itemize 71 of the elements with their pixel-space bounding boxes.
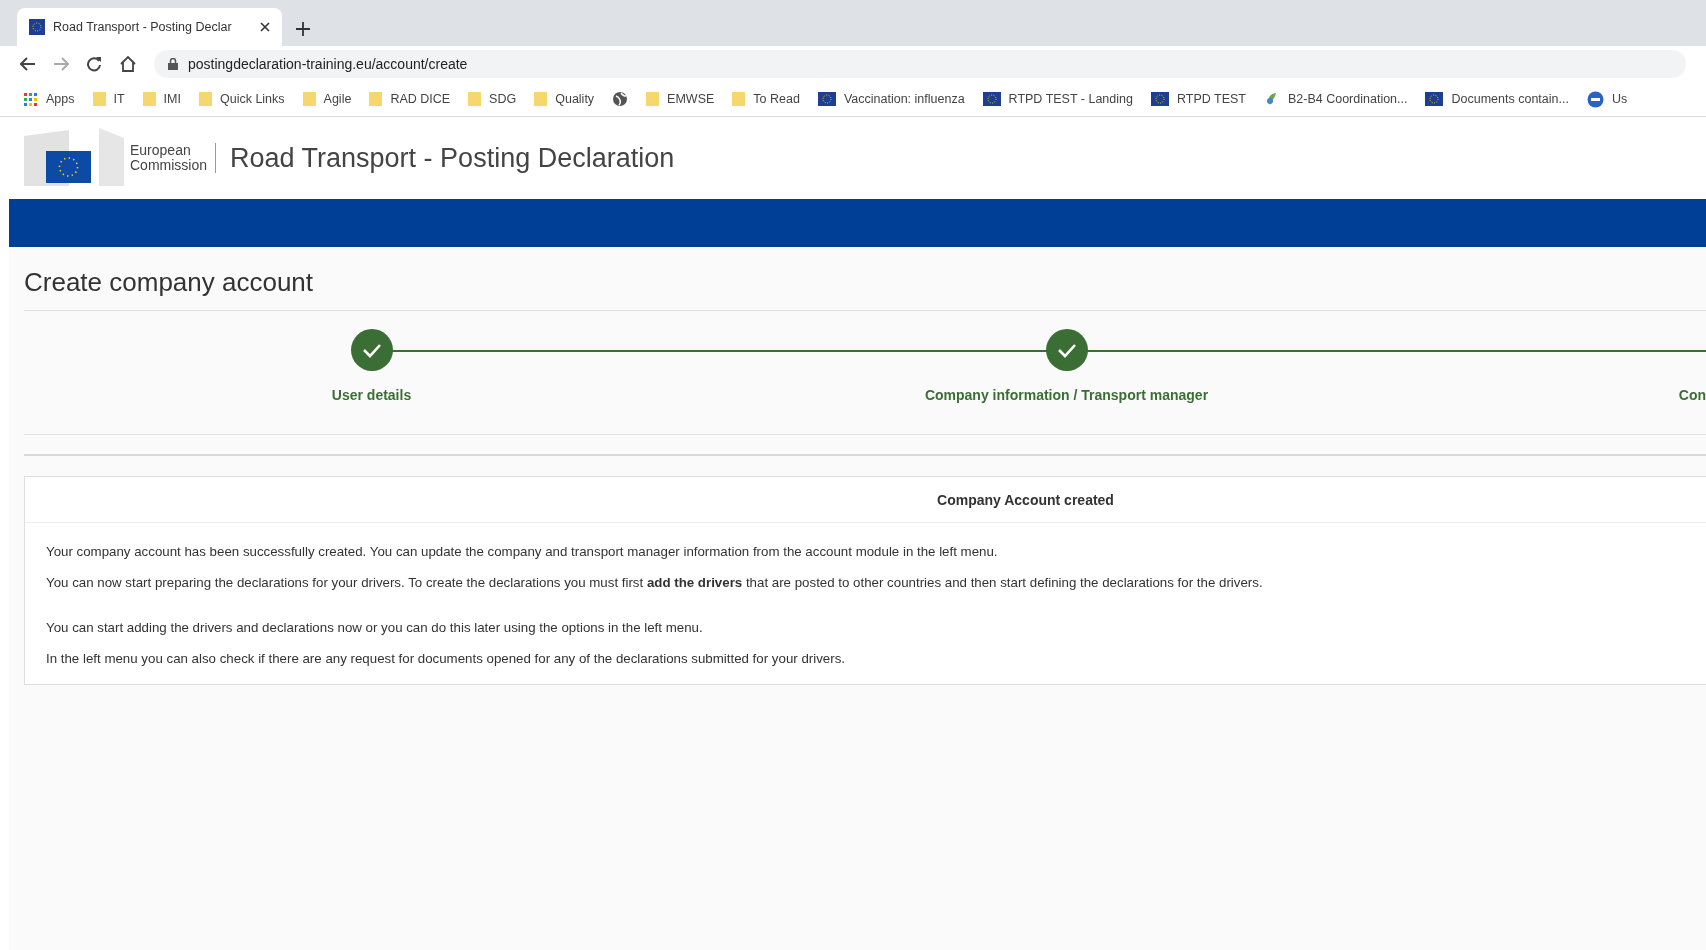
bookmark[interactable]: SDG [468,91,517,107]
bookmark-label: Agile [323,92,352,106]
logo-text: Commission [130,158,207,173]
bookmark[interactable]: RAD DICE [369,91,451,107]
bookmark[interactable]: IMI [142,91,181,107]
site-title: Road Transport - Posting Declaration [230,142,675,174]
bookmark-label: To Read [753,92,800,106]
folder-icon [302,91,316,107]
flag-icon [817,92,836,106]
address-bar[interactable]: postingdeclaration-training.eu/account/create [154,50,1686,78]
folder-icon [198,91,212,107]
back-arrow-icon[interactable] [20,57,36,71]
step-label: Company information / Transport manager [924,387,1209,403]
bookmark[interactable]: Quick Links [198,91,285,107]
page-title: Create company account [24,247,1706,311]
commission-logo-icon [24,128,124,188]
flag-icon [982,92,1001,106]
step-label: User details [331,387,412,403]
bookmark[interactable]: Apps [22,91,75,107]
new-tab-icon[interactable] [296,22,310,36]
folder-icon [468,91,482,107]
bookmark[interactable]: To Read [732,91,800,107]
bookmark-label: Quality [555,92,595,106]
close-icon[interactable] [260,22,270,32]
globe-icon[interactable] [612,91,629,107]
bookmark[interactable]: IT [92,91,125,107]
bookmark-label: Vaccination: influenza [843,92,965,106]
logo-text: European [130,143,192,158]
bookmark-label: B2-B4 Coordination... [1287,92,1408,106]
bookmark[interactable]: B2-B4 Coordination... [1263,91,1408,107]
step-label: Con [1678,387,1706,403]
bookmark[interactable]: RTPD TEST - Landing [982,92,1133,106]
flag-icon [29,19,45,35]
flag-icon [1425,92,1444,106]
url-text: postingdeclaration-training.eu/account/create [188,56,468,72]
message-paragraph: You can now start preparing the declarations for your drivers. To create the declarations you must first add the drivers that are posted to other countries and then start defining the declarations for the drivers. [45,574,1263,592]
bookmark[interactable]: RTPD TEST [1150,92,1246,106]
bookmark-label: EMWSE [667,92,715,106]
bookmark[interactable]: Vaccination: influenza [817,92,965,106]
bookmark-label: IMI [163,92,181,106]
card-title: Company Account created [25,477,1706,523]
folder-icon [646,91,660,107]
bookmark[interactable]: Documents contain... [1425,92,1569,106]
lock-icon [168,58,178,70]
folder-icon [92,91,106,107]
folder-icon [534,91,548,107]
flag-icon [1150,92,1169,106]
bookmark-label: RAD DICE [390,92,451,106]
bookmark-label: SDG [489,92,517,106]
bookmark-label: Documents contain... [1451,92,1569,106]
apps-grid-icon [22,91,38,107]
bookmark[interactable]: EMWSE [646,91,715,107]
folder-icon [369,91,383,107]
message-paragraph: In the left menu you can also check if there are any request for documents opened for any of the declarations submitted for your drivers. [45,650,845,668]
bookmark-label: Us [1611,92,1628,106]
bookmark-label: RTPD TEST [1176,92,1246,106]
folder-icon [732,91,746,107]
bookmark-label: Apps [46,92,75,106]
bookmark[interactable]: Quality [534,91,595,107]
reload-icon[interactable] [86,56,102,72]
folder-icon [142,91,156,107]
message-paragraph: Your company account has been successfully created. You can update the company and transport manager information from the account module in the left menu. [45,543,998,561]
message-paragraph: You can start adding the drivers and declarations now or you can do this later using the options in the left menu. [45,619,703,637]
bookmark[interactable]: Us [1586,90,1628,108]
bookmark[interactable]: Agile [302,91,352,107]
home-icon[interactable] [119,56,137,72]
round-logo-icon [1586,90,1604,108]
bookmark-label: Quick Links [219,92,285,106]
bookmark-label: RTPD TEST - Landing [1008,92,1133,106]
browser-tab[interactable]: Road Transport - Posting Declar [17,8,282,46]
bookmark-label: IT [113,92,125,106]
